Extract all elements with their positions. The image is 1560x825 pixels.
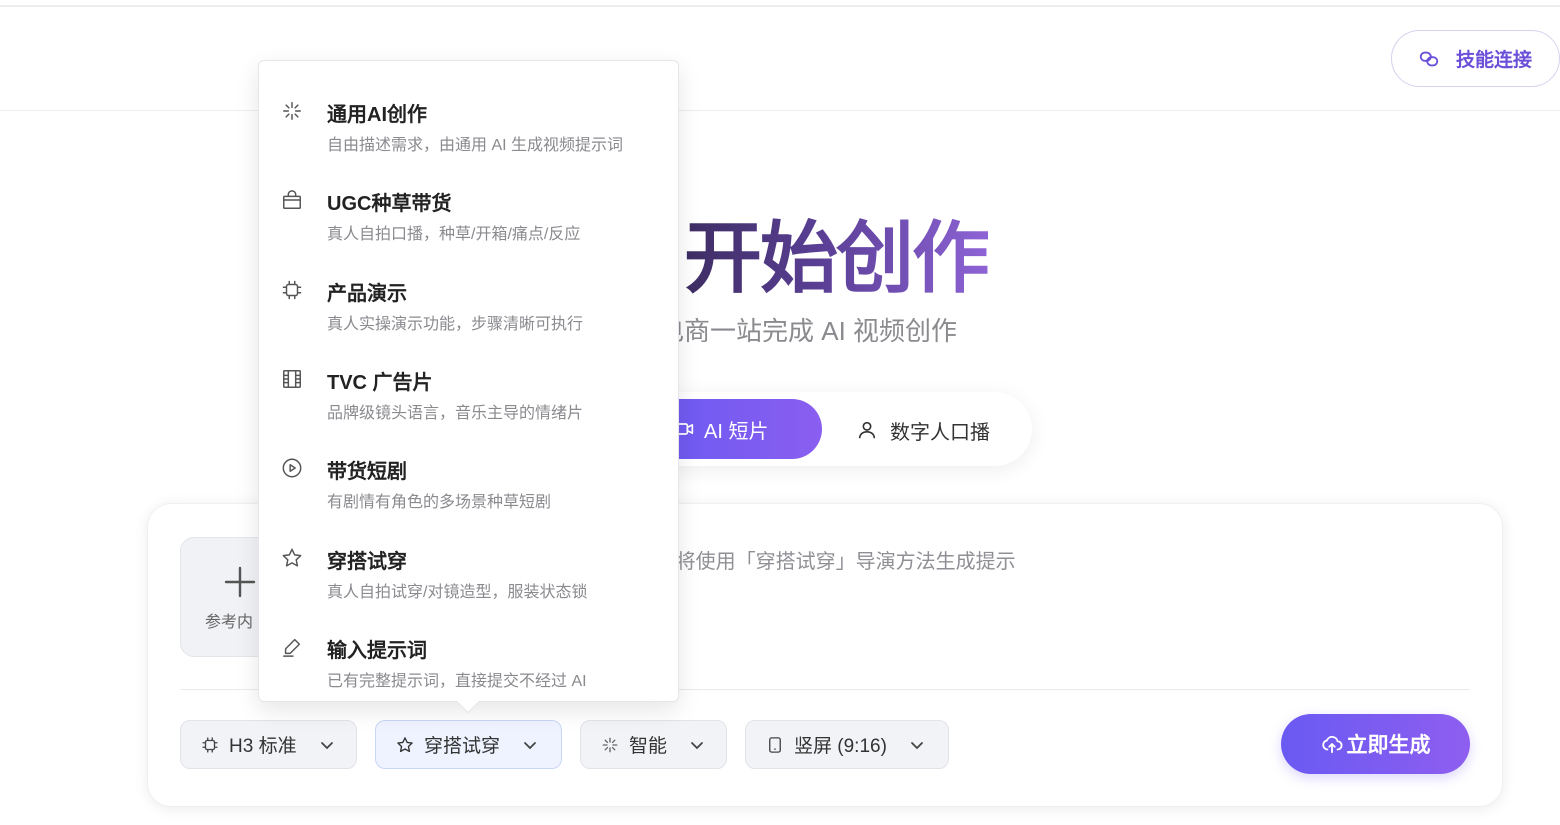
dropdown-item-desc: 品牌级镜头语言，音乐主导的情绪片 <box>327 405 584 422</box>
tab-digital-human[interactable]: 数字人口播 <box>856 410 990 450</box>
sparkle-icon <box>283 102 301 120</box>
shopping-bag-icon <box>283 190 301 209</box>
dropdown-item-product-demo[interactable]: 产品演示 真人实操演示功能，步骤清晰可执行 <box>259 251 678 339</box>
dropdown-item-tvc[interactable]: TVC 广告片 品牌级镜头语言，音乐主导的情绪片 <box>259 340 678 428</box>
dropdown-item-desc: 真人自拍口播，种草/开箱/痛点/反应 <box>327 226 581 243</box>
dropdown-item-desc: 真人自拍试穿/对镜造型，服装状态锁 <box>327 584 588 601</box>
dropdown-item-general-ai[interactable]: 通用AI创作 自由描述需求，由通用 AI 生成视频提示词 <box>259 72 678 160</box>
tab-digital-human-label: 数字人口播 <box>890 421 990 444</box>
dropdown-item-title: 输入提示词 <box>327 640 427 662</box>
aspect-ratio-select-label: 竖屏 (9:16) <box>794 736 887 757</box>
pen-icon <box>283 638 301 657</box>
dropdown-item-title: 通用AI创作 <box>327 104 427 126</box>
star-icon <box>282 548 302 567</box>
chevron-down-icon <box>911 741 923 749</box>
generate-button[interactable]: 立即生成 <box>1281 714 1470 774</box>
skill-connect-label: 技能连接 <box>1456 50 1533 71</box>
duration-select-label: 智能 <box>629 736 668 757</box>
dropdown-item-input-prompt[interactable]: 输入提示词 已有完整提示词，直接提交不经过 AI <box>259 608 678 696</box>
style-select[interactable]: 穿搭试穿 <box>375 720 562 769</box>
dropdown-item-title: TVC 广告片 <box>327 372 433 394</box>
chevron-down-icon <box>524 741 536 749</box>
chevron-down-icon <box>691 741 703 749</box>
skill-connect-button[interactable]: 技能连接 <box>1391 30 1560 87</box>
dropdown-item-title: 带货短剧 <box>327 461 407 483</box>
dropdown-item-desc: 自由描述需求，由通用 AI 生成视频提示词 <box>327 137 624 154</box>
style-select-label: 穿搭试穿 <box>424 736 501 757</box>
reference-label: 参考内 <box>205 614 254 631</box>
dropdown-item-ugc[interactable]: UGC种草带货 真人自拍口播，种草/开箱/痛点/反应 <box>259 161 678 249</box>
header-divider <box>0 110 1560 111</box>
page-title: 开始创作 <box>684 208 990 308</box>
dropdown-item-title: 穿搭试穿 <box>327 551 407 573</box>
generate-label: 立即生成 <box>1346 734 1431 757</box>
dropdown-item-desc: 已有完整提示词，直接提交不经过 AI <box>327 673 587 690</box>
dropdown-item-title: UGC种草带货 <box>327 193 452 215</box>
dropdown-item-desc: 真人实操演示功能，步骤清晰可执行 <box>327 316 584 333</box>
dropdown-item-desc: 有剧情有角色的多场景种草短剧 <box>327 494 552 511</box>
tab-ai-short-label: AI 短片 <box>704 420 769 443</box>
plus-icon <box>224 566 256 598</box>
phone-icon <box>769 736 781 753</box>
upload-cloud-icon <box>1321 735 1343 754</box>
model-select-label: H3 标准 <box>229 736 297 757</box>
user-icon <box>858 421 876 439</box>
link-icon <box>1419 51 1439 66</box>
star-icon <box>397 736 413 752</box>
chevron-down-icon <box>320 741 333 749</box>
play-circle-icon <box>282 458 302 478</box>
aspect-ratio-select[interactable]: 竖屏 (9:16) <box>745 720 949 769</box>
chip-icon <box>282 280 302 300</box>
page-subtitle: 电商一站完成 AI 视频创作 <box>658 316 958 346</box>
model-select[interactable]: H3 标准 <box>180 720 357 769</box>
dropdown-item-short-drama[interactable]: 带货短剧 有剧情有角色的多场景种草短剧 <box>259 429 678 517</box>
top-divider <box>0 5 1560 7</box>
sparkle-icon <box>602 737 618 752</box>
duration-select[interactable]: 智能 <box>580 720 727 769</box>
dropdown-item-outfit-tryon[interactable]: 穿搭试穿 真人自拍试穿/对镜造型，服装状态锁 <box>259 519 678 607</box>
film-icon <box>283 370 301 388</box>
dropdown-item-title: 产品演示 <box>327 283 407 305</box>
chip-icon <box>202 737 218 752</box>
